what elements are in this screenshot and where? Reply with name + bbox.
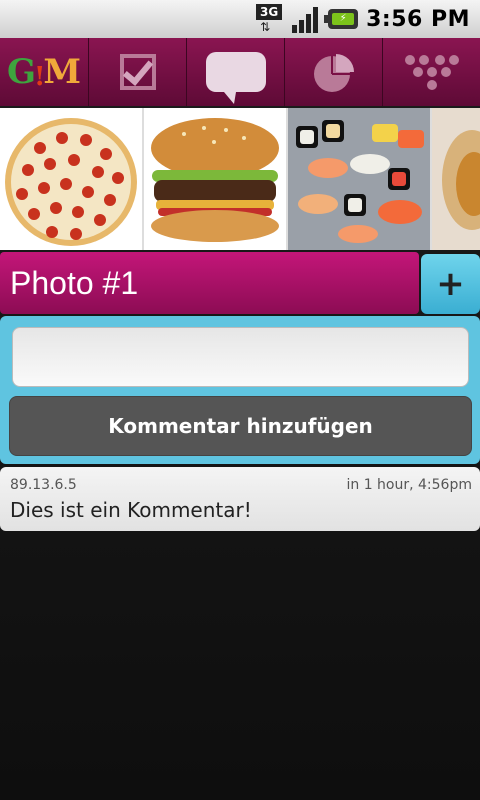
photo-title: Photo #1 xyxy=(0,252,419,314)
top-navigation: G!M xyxy=(0,38,480,106)
network-3g-icon: 3G ⇅ xyxy=(256,4,286,34)
comment-author-ip: 89.13.6.5 xyxy=(10,477,77,493)
photo-thumbnail[interactable] xyxy=(0,108,142,250)
add-comment-button[interactable]: Kommentar hinzufügen xyxy=(9,396,472,456)
network-dots-icon xyxy=(404,55,459,90)
add-button[interactable]: + xyxy=(421,254,480,314)
status-time: 3:56 PM xyxy=(366,6,470,32)
photo-thumbnail[interactable] xyxy=(288,108,430,250)
app-logo[interactable]: G!M xyxy=(0,38,89,106)
logo-mark: G!M xyxy=(6,52,82,92)
comment-text: Dies ist ein Kommentar! xyxy=(10,498,252,522)
comment-input[interactable] xyxy=(12,327,469,387)
tab-checklist[interactable] xyxy=(89,38,187,106)
photo-thumbnail[interactable] xyxy=(144,108,286,250)
photo-gallery[interactable] xyxy=(0,108,480,250)
battery-charging-icon: ⚡ xyxy=(324,9,359,29)
tab-network[interactable] xyxy=(383,38,480,106)
tab-comments[interactable] xyxy=(187,38,285,106)
network-type-label: 3G xyxy=(256,4,283,20)
checklist-icon xyxy=(119,54,156,90)
burger-photo xyxy=(151,118,279,242)
status-bar: 3G ⇅ ⚡ 3:56 PM xyxy=(0,0,480,38)
comment-timestamp: in 1 hour, 4:56pm xyxy=(346,477,472,493)
tab-statistics[interactable] xyxy=(285,38,383,106)
comment-item: 89.13.6.5 in 1 hour, 4:56pm Dies ist ein… xyxy=(0,467,480,531)
pie-chart-icon xyxy=(313,54,354,92)
photo-thumbnail[interactable] xyxy=(432,108,480,250)
sushi-photo xyxy=(288,108,430,250)
comment-form: Kommentar hinzufügen xyxy=(0,316,480,464)
app-screen: 3G ⇅ ⚡ 3:56 PM G!M Photo #1 + Kommentar … xyxy=(0,0,480,800)
data-arrows-icon: ⇅ xyxy=(260,20,271,34)
pizza-photo xyxy=(5,118,137,246)
signal-strength-icon xyxy=(292,5,319,33)
wrap-photo xyxy=(432,108,480,250)
comments-icon xyxy=(205,52,266,104)
